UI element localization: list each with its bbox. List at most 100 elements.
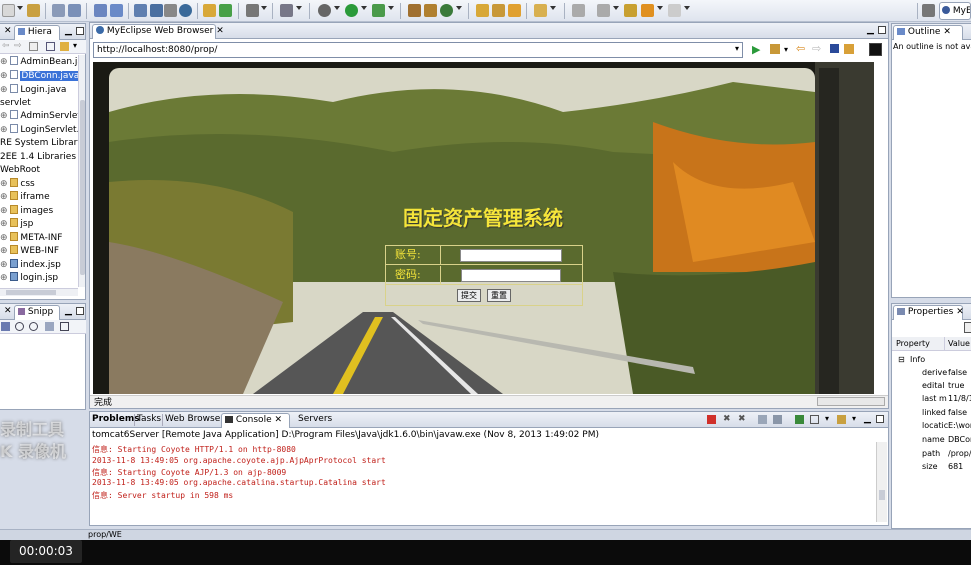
- globe-icon[interactable]: [179, 4, 192, 17]
- browser-refresh-icon[interactable]: [844, 44, 854, 54]
- terminate-icon[interactable]: [707, 415, 716, 424]
- search-icon[interactable]: [68, 4, 81, 17]
- zoom-in-icon[interactable]: [29, 322, 38, 331]
- remove-all-icon[interactable]: ✖: [738, 414, 746, 424]
- close-tab-icon[interactable]: ✕: [274, 415, 282, 425]
- snippet-layout-icon[interactable]: [45, 322, 54, 331]
- sync-icon[interactable]: [110, 4, 123, 17]
- tree-vertical-scrollbar[interactable]: [78, 55, 85, 287]
- tree-item[interactable]: 2EE 1.4 Libraries: [0, 151, 76, 164]
- forward-dropdown-icon[interactable]: [684, 6, 690, 10]
- property-row[interactable]: edital true: [896, 379, 971, 392]
- settings-icon[interactable]: [52, 4, 65, 17]
- open-console-icon[interactable]: [837, 415, 846, 424]
- properties-toolbar-icon[interactable]: [964, 322, 971, 333]
- deploy-icon[interactable]: [134, 4, 147, 17]
- editor-dropdown-icon[interactable]: [296, 6, 302, 10]
- remove-launch-icon[interactable]: ✖: [723, 414, 731, 424]
- scroll-thumb[interactable]: [80, 100, 85, 275]
- properties-group[interactable]: ⊟ Info: [896, 353, 971, 366]
- view-menu-dropdown-icon[interactable]: ▾: [73, 41, 77, 50]
- clear-console-icon[interactable]: [758, 415, 767, 424]
- perspective-button[interactable]: MyE: [939, 2, 971, 20]
- next-annotation-icon[interactable]: [572, 4, 585, 17]
- server-icon[interactable]: [150, 4, 163, 17]
- snippet-fit-icon[interactable]: [60, 322, 69, 331]
- back-icon[interactable]: [641, 4, 654, 17]
- tab-web-browser-view[interactable]: Web Browser: [165, 414, 224, 424]
- tab-problems[interactable]: Problems: [92, 414, 140, 424]
- forward-nav-icon[interactable]: ⇨: [14, 41, 22, 51]
- minimize-icon[interactable]: ▁: [65, 306, 72, 316]
- prev-annotation-icon[interactable]: [597, 4, 610, 17]
- browser-back-icon[interactable]: ⇦: [796, 42, 805, 55]
- new-package-icon[interactable]: [424, 4, 437, 17]
- bookmark-dropdown-icon[interactable]: ▾: [784, 45, 788, 54]
- tree-horizontal-scrollbar[interactable]: [0, 288, 78, 296]
- back-nav-icon[interactable]: ⇦: [2, 41, 10, 51]
- close-icon[interactable]: ✕: [4, 306, 12, 316]
- debug-icon[interactable]: [318, 4, 331, 17]
- tab-tasks[interactable]: Tasks: [137, 414, 161, 424]
- new-web-dropdown-icon[interactable]: [456, 6, 462, 10]
- run-icon[interactable]: [345, 4, 358, 17]
- property-row[interactable]: locatic E:\wor: [896, 419, 971, 432]
- reset-button[interactable]: 重置: [487, 289, 511, 302]
- close-tab-icon[interactable]: ✕: [943, 27, 951, 37]
- minimize-icon[interactable]: ▁: [65, 26, 72, 36]
- new-dropdown-icon[interactable]: [17, 6, 23, 10]
- url-dropdown-icon[interactable]: ▾: [735, 44, 739, 53]
- debug-dropdown-icon[interactable]: [334, 6, 340, 10]
- new-web-icon[interactable]: [440, 4, 453, 17]
- tab-snippets[interactable]: Snipp: [14, 305, 60, 320]
- folder-icon[interactable]: [203, 4, 216, 17]
- open-perspective-icon[interactable]: [922, 4, 935, 17]
- tree-item[interactable]: ⊕ LoginServlet.j: [0, 124, 78, 137]
- tree-item-selected[interactable]: ⊕ DBConn.java: [0, 70, 78, 83]
- tree-item[interactable]: ⊕ Login.java: [0, 84, 66, 97]
- snippet-add-icon[interactable]: [1, 322, 10, 331]
- link-editor-icon[interactable]: [60, 42, 69, 51]
- tree-item[interactable]: ⊕ iframe: [0, 191, 50, 204]
- stop-icon[interactable]: [830, 44, 839, 53]
- group-collapse-icon[interactable]: ⊟: [898, 353, 905, 366]
- last-edit-icon[interactable]: [624, 4, 637, 17]
- monitor-dropdown-icon[interactable]: [261, 6, 267, 10]
- tab-outline[interactable]: Outline ✕: [893, 25, 963, 40]
- tree-item[interactable]: ⊕ images: [0, 205, 53, 218]
- run-dropdown-icon[interactable]: [361, 6, 367, 10]
- property-row[interactable]: linked false: [896, 406, 971, 419]
- open-type-icon[interactable]: [476, 4, 489, 17]
- maximize-icon[interactable]: [878, 26, 886, 34]
- property-row[interactable]: nameDBCon: [896, 433, 971, 446]
- editor-icon[interactable]: [280, 4, 293, 17]
- tree-item[interactable]: WebRoot: [0, 164, 40, 177]
- search-files-dropdown-icon[interactable]: [550, 6, 556, 10]
- tree-item[interactable]: ⊕ css: [0, 178, 35, 191]
- minimize-icon[interactable]: ▁: [867, 25, 874, 35]
- console-scrollbar[interactable]: [876, 442, 887, 522]
- back-dropdown-icon[interactable]: [657, 6, 663, 10]
- tab-hierarchy[interactable]: Hiera: [14, 25, 60, 40]
- run-external-dropdown-icon[interactable]: [388, 6, 394, 10]
- property-row[interactable]: derive false: [896, 366, 971, 379]
- close-icon[interactable]: ✕: [4, 26, 12, 36]
- annotation-dropdown-icon[interactable]: [613, 6, 619, 10]
- minimize-icon[interactable]: ▁: [864, 414, 871, 424]
- tab-console[interactable]: Console ✕: [221, 413, 290, 428]
- password-input[interactable]: [461, 269, 561, 282]
- account-input[interactable]: [460, 249, 562, 262]
- tree-item[interactable]: ⊕ login.jsp: [0, 272, 58, 285]
- new-icon[interactable]: [2, 4, 15, 17]
- hscroll-thumb[interactable]: [6, 290, 56, 295]
- scroll-lock-icon[interactable]: [773, 415, 782, 424]
- go-icon[interactable]: ▶: [752, 43, 760, 56]
- property-row[interactable]: last m11/8/1: [896, 392, 971, 405]
- view-menu-icon[interactable]: [29, 42, 38, 51]
- tab-web-browser[interactable]: MyEclipse Web Browser ✕: [92, 24, 224, 39]
- run-external-icon[interactable]: [372, 4, 385, 17]
- stop-server-icon[interactable]: [164, 4, 177, 17]
- browser-menu-icon[interactable]: [869, 43, 882, 56]
- collapse-all-icon[interactable]: [46, 42, 55, 51]
- link-icon[interactable]: [94, 4, 107, 17]
